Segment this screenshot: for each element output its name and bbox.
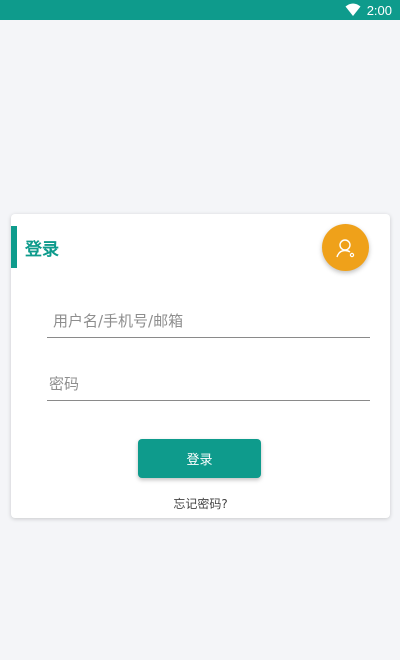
avatar-button[interactable] bbox=[322, 224, 369, 271]
card-title: 登录 bbox=[25, 240, 59, 260]
title-accent-bar bbox=[11, 226, 17, 268]
user-search-icon bbox=[335, 238, 354, 257]
username-field bbox=[47, 304, 370, 338]
login-button[interactable]: 登录 bbox=[138, 439, 261, 478]
password-field bbox=[47, 367, 370, 401]
username-input[interactable] bbox=[47, 304, 370, 337]
status-bar: 2:00 bbox=[0, 0, 400, 20]
wifi-icon bbox=[345, 3, 361, 16]
status-time: 2:00 bbox=[366, 2, 392, 18]
password-input[interactable] bbox=[47, 367, 370, 400]
forgot-password-link[interactable]: 忘记密码? bbox=[11, 495, 390, 512]
login-card: 登录 登录 忘记密码? bbox=[11, 214, 390, 518]
